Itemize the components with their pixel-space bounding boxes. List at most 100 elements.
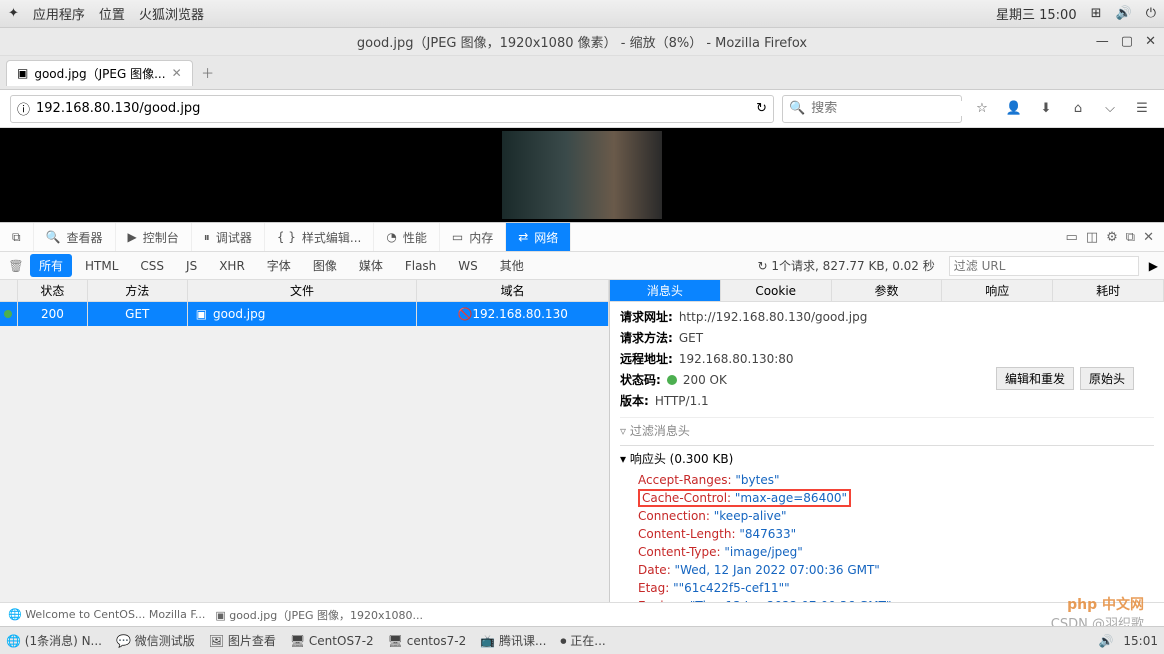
resp-tab-params[interactable]: 参数 [832, 280, 943, 301]
new-tab-button[interactable]: ＋ [197, 63, 219, 82]
devtools-close-icon[interactable]: ✕ [1143, 230, 1154, 245]
header-accept-ranges: Accept-Ranges: "bytes" [620, 471, 1154, 489]
filter-ws[interactable]: WS [449, 256, 486, 276]
resp-tab-response[interactable]: 响应 [942, 280, 1053, 301]
tab-inspector[interactable]: 🔍查看器 [34, 223, 116, 251]
filter-all[interactable]: 所有 [30, 254, 72, 277]
col-file[interactable]: 文件 [188, 280, 418, 301]
status-ok-icon [667, 375, 677, 385]
raw-headers-button[interactable]: 原始头 [1080, 367, 1134, 390]
bookmark-icon[interactable]: ☆ [970, 101, 994, 116]
response-headers-section[interactable]: ▾ 响应头 (0.300 KB) [620, 445, 1154, 471]
resp-tab-headers[interactable]: 消息头 [610, 280, 721, 301]
minimize-icon[interactable]: — [1096, 34, 1109, 49]
devtools-toggle-icon[interactable]: ⧉ [0, 223, 34, 251]
request-summary: ↻ 1个请求, 827.77 KB, 0.02 秒 [758, 257, 935, 274]
col-status[interactable]: 状态 [18, 280, 88, 301]
edit-resend-button[interactable]: 编辑和重发 [996, 367, 1074, 390]
nav-toolbar: ⓘ ↻ 🔍 ☆ 👤 ⬇ ⌂ ⌵ ☰ [0, 90, 1164, 128]
power-icon[interactable]: ⏻ [1146, 6, 1156, 21]
url-input[interactable] [36, 101, 750, 116]
menu-places[interactable]: 位置 [99, 4, 125, 23]
activities-icon[interactable]: ✦ [8, 6, 19, 21]
request-method: GET [679, 331, 703, 345]
request-row[interactable]: 200 GET ▣good.jpg 🚫 192.168.80.130 [0, 302, 609, 326]
tray-icon[interactable]: 🔊 [1098, 634, 1113, 648]
dock-icon[interactable]: ⧉ [1126, 230, 1135, 245]
clear-icon[interactable]: 🗑 [6, 259, 26, 273]
reload-icon[interactable]: ↻ [756, 101, 767, 116]
taskbar-item[interactable]: ⏺ 正在... [560, 632, 605, 649]
maximize-icon[interactable]: ▢ [1121, 34, 1133, 49]
remote-address: 192.168.80.130:80 [679, 352, 794, 366]
window-item[interactable]: ▣ good.jpg（JPEG 图像，1920x1080... [215, 607, 423, 623]
network-icon[interactable]: ⊞ [1091, 6, 1102, 21]
tray-time[interactable]: 15:01 [1123, 634, 1158, 648]
filter-flash[interactable]: Flash [396, 256, 445, 276]
responsive-icon[interactable]: ▭ [1066, 230, 1078, 245]
taskbar-item[interactable]: 🌐 (1条消息) N... [6, 632, 102, 649]
resp-tab-timings[interactable]: 耗时 [1053, 280, 1164, 301]
filter-other[interactable]: 其他 [491, 254, 533, 277]
menu-firefox[interactable]: 火狐浏览器 [139, 4, 204, 23]
window-item[interactable]: 🌐 Welcome to CentOS... Mozilla F... [8, 608, 205, 621]
tab-label: good.jpg（JPEG 图像... [34, 65, 165, 82]
har-icon[interactable]: ▶ [1149, 259, 1158, 273]
tab-style-editor[interactable]: { }样式编辑... [265, 223, 375, 251]
taskbar-item[interactable]: 🖼 图片查看 [209, 632, 276, 649]
header-cache-control: Cache-Control: "max-age=86400" [620, 489, 1154, 507]
host-taskbar: 🌐 (1条消息) N... 💬 微信测试版 🖼 图片查看 🖥 CentOS7-2… [0, 626, 1164, 654]
request-list: 状态 方法 文件 域名 200 GET ▣good.jpg 🚫 192.168.… [0, 280, 610, 626]
filter-headers-input[interactable]: ▿ 过滤消息头 [620, 417, 1154, 439]
gnome-top-bar: ✦ 应用程序 位置 火狐浏览器 星期三 15:00 ⊞ 🔊 ⏻ [0, 0, 1164, 28]
tab-debugger[interactable]: ⏸调试器 [192, 223, 265, 251]
filter-images[interactable]: 图像 [304, 254, 346, 277]
filter-html[interactable]: HTML [76, 256, 127, 276]
clock[interactable]: 星期三 15:00 [996, 4, 1077, 23]
col-domain[interactable]: 域名 [417, 280, 609, 301]
response-content: 请求网址:http://192.168.80.130/good.jpg 请求方法… [610, 302, 1164, 626]
tab-memory[interactable]: ▭内存 [440, 223, 506, 251]
col-method[interactable]: 方法 [88, 280, 188, 301]
filter-url-input[interactable] [949, 256, 1139, 276]
taskbar-item[interactable]: 🖥 centos7-2 [388, 634, 467, 648]
filter-css[interactable]: CSS [131, 256, 173, 276]
address-bar[interactable]: ⓘ ↻ [10, 95, 774, 123]
tab-console[interactable]: ▶控制台 [116, 223, 192, 251]
image-icon: ▣ [196, 307, 207, 321]
request-url: http://192.168.80.130/good.jpg [679, 310, 868, 324]
search-bar[interactable]: 🔍 [782, 95, 962, 123]
filter-fonts[interactable]: 字体 [258, 254, 300, 277]
tab-performance[interactable]: ◔性能 [374, 223, 440, 251]
pocket-icon[interactable]: ⌵ [1098, 101, 1122, 116]
search-input[interactable] [811, 101, 981, 116]
header-content-type: Content-Type: "image/jpeg" [620, 543, 1154, 561]
menu-applications[interactable]: 应用程序 [33, 4, 85, 23]
http-version: HTTP/1.1 [655, 394, 709, 408]
close-icon[interactable]: ✕ [1145, 34, 1156, 49]
info-icon[interactable]: ⓘ [17, 99, 30, 118]
taskbar-item[interactable]: 📺 腾讯课... [480, 632, 546, 649]
window-list-bar: 🌐 Welcome to CentOS... Mozilla F... ▣ go… [0, 602, 1164, 626]
settings-icon[interactable]: ⚙ [1106, 230, 1118, 245]
account-icon[interactable]: 👤 [1002, 101, 1026, 116]
home-icon[interactable]: ⌂ [1066, 101, 1090, 116]
devtools-tabs: ⧉ 🔍查看器 ▶控制台 ⏸调试器 { }样式编辑... ◔性能 ▭内存 ⇄网络 … [0, 222, 1164, 252]
downloads-icon[interactable]: ⬇ [1034, 101, 1058, 116]
split-icon[interactable]: ◫ [1086, 230, 1098, 245]
response-tabs: 消息头 Cookie 参数 响应 耗时 [610, 280, 1164, 302]
response-panel: 消息头 Cookie 参数 响应 耗时 请求网址:http://192.168.… [610, 280, 1164, 626]
filter-media[interactable]: 媒体 [350, 254, 392, 277]
tab-close-icon[interactable]: ✕ [172, 66, 182, 80]
window-titlebar: good.jpg（JPEG 图像，1920x1080 像素） - 缩放（8%） … [0, 28, 1164, 56]
filter-xhr[interactable]: XHR [210, 256, 254, 276]
taskbar-item[interactable]: 🖥 CentOS7-2 [290, 634, 374, 648]
tab-network[interactable]: ⇄网络 [506, 223, 571, 251]
volume-icon[interactable]: 🔊 [1116, 6, 1132, 21]
filter-js[interactable]: JS [177, 256, 206, 276]
network-filter-bar: 🗑 所有 HTML CSS JS XHR 字体 图像 媒体 Flash WS 其… [0, 252, 1164, 280]
browser-tab[interactable]: ▣ good.jpg（JPEG 图像... ✕ [6, 60, 193, 86]
resp-tab-cookies[interactable]: Cookie [721, 280, 832, 301]
taskbar-item[interactable]: 💬 微信测试版 [116, 632, 195, 649]
menu-icon[interactable]: ☰ [1130, 101, 1154, 116]
